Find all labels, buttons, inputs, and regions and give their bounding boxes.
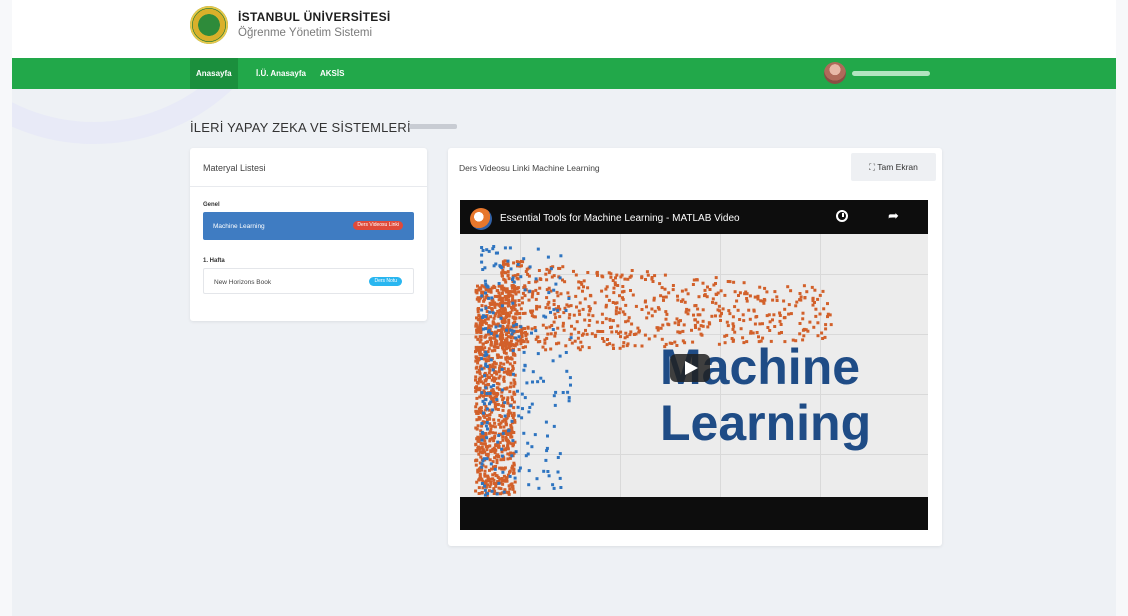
nav-item-anasayfa[interactable]: Anasayfa <box>190 58 238 89</box>
fullscreen-button[interactable]: ⛶ Tam Ekran <box>851 153 936 181</box>
video-header-bar: Essential Tools for Machine Learning - M… <box>460 200 928 234</box>
user-avatar[interactable] <box>824 62 846 84</box>
play-button[interactable] <box>670 354 710 382</box>
university-name[interactable]: İSTANBUL ÜNİVERSİTESİ <box>238 10 391 24</box>
section-label-genel: Genel <box>203 202 220 208</box>
video-link-badge: Ders Videosu Linki <box>353 221 403 230</box>
user-name-blurred[interactable] <box>852 71 930 76</box>
page: İSTANBUL ÜNİVERSİTESİ Öğrenme Yönetim Si… <box>12 0 1116 616</box>
video-title[interactable]: Essential Tools for Machine Learning - M… <box>500 213 740 224</box>
main-nav: Anasayfa İ.Ü. Anasayfa AKSİS <box>12 58 1116 89</box>
header: İSTANBUL ÜNİVERSİTESİ Öğrenme Yönetim Si… <box>12 0 1116 58</box>
nav-item-iu-anasayfa[interactable]: İ.Ü. Anasayfa <box>250 58 312 89</box>
material-item-new-horizons-book[interactable]: New Horizons Book Ders Notu <box>203 268 414 294</box>
system-name: Öğrenme Yönetim Sistemi <box>238 27 373 39</box>
overlay-text-learning: Learning <box>660 395 872 451</box>
video-player[interactable]: Essential Tools for Machine Learning - M… <box>460 200 928 530</box>
left-margin <box>0 0 12 616</box>
right-margin <box>1116 0 1128 616</box>
material-list-card: Materyal Listesi Genel Machine Learning … <box>190 148 427 321</box>
material-list-title: Materyal Listesi <box>203 163 266 173</box>
fullscreen-label: Tam Ekran <box>877 162 918 172</box>
expand-icon: ⛶ <box>869 162 876 172</box>
university-logo-icon[interactable] <box>190 6 228 44</box>
share-icon[interactable]: ➦ <box>888 208 899 224</box>
material-item-label: New Horizons Book <box>214 279 272 286</box>
course-code-blurred <box>409 124 457 129</box>
matlab-logo-icon[interactable] <box>470 208 492 230</box>
video-thumbnail[interactable]: Machine Learning <box>460 234 928 497</box>
section-label-week-1: 1. Hafta <box>203 258 225 264</box>
lecture-note-badge: Ders Notu <box>369 277 402 286</box>
video-bottom-bar <box>460 497 928 530</box>
material-list-header: Materyal Listesi <box>190 148 427 187</box>
video-viewer-card: Ders Videosu Linki Machine Learning ⛶ Ta… <box>448 148 942 546</box>
course-title: İLERİ YAPAY ZEKA VE SİSTEMLERİ <box>190 120 411 135</box>
nav-item-aksis[interactable]: AKSİS <box>314 58 350 89</box>
viewer-title: Ders Videosu Linki Machine Learning <box>459 163 600 173</box>
material-item-label: Machine Learning <box>213 223 265 230</box>
watch-later-icon[interactable] <box>836 210 848 222</box>
material-item-machine-learning[interactable]: Machine Learning Ders Videosu Linki <box>203 212 414 240</box>
